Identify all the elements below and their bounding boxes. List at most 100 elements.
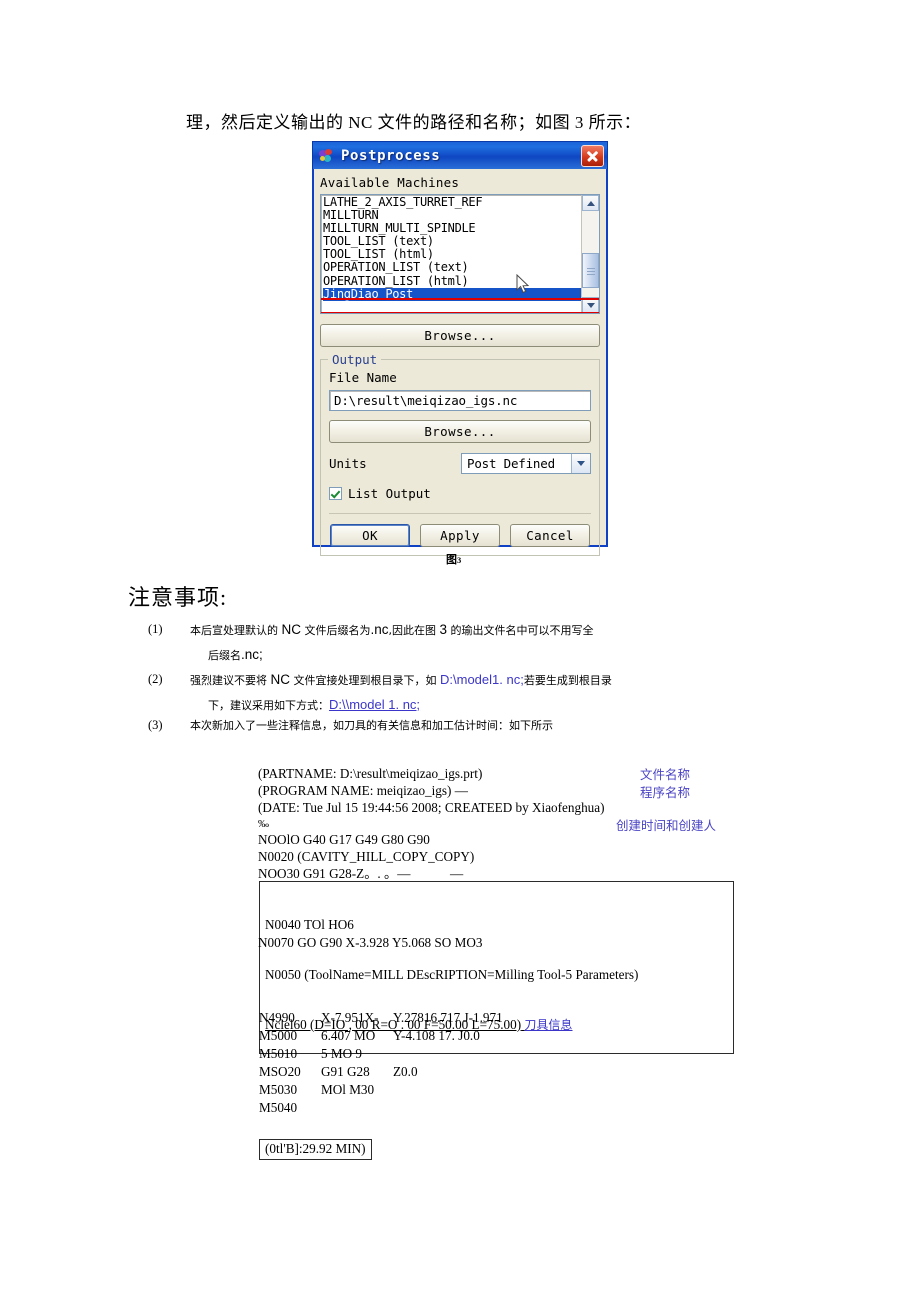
tail-col2: X-7.951X- [321, 1010, 379, 1025]
close-icon[interactable] [581, 144, 604, 167]
tail-col2: 6.407 MO [321, 1028, 376, 1043]
note-item-1: (1) 本后宣处理默认的 NC 文件后缀名为.nc,因此在图 3 的瑜出文件名中… [148, 618, 788, 668]
available-machines-listbox[interactable]: LATHE_2_AXIS_TURRET_REF MILLTURN MILLTUR… [320, 194, 600, 314]
machines-list: LATHE_2_AXIS_TURRET_REF MILLTURN MILLTUR… [323, 195, 581, 301]
dialog-titlebar[interactable]: Postprocess [312, 141, 608, 169]
tail-col3: Y-4.108 17. J0.0 [393, 1028, 480, 1043]
note-text: 文件宜接处理到根目录下，如 [290, 674, 440, 687]
nc-percent-marker: ‰ [258, 818, 269, 830]
tail-col3 [393, 1100, 503, 1118]
tail-col2: G91 G28 [321, 1064, 370, 1079]
note-item-3: (3) 本次新加入了一些注释信息，如刀具的有关信息和加工估计时间：如下所示 [148, 714, 808, 738]
output-group-label: Output [328, 352, 382, 367]
note-text-emphasis: NC [270, 672, 291, 687]
annotation-create-time-author: 创建时间和创建人 [616, 818, 717, 833]
note-text-emphasis: .nc [370, 622, 389, 637]
figure-caption: 图3 [446, 551, 461, 567]
tail-col3 [393, 1046, 503, 1064]
file-name-label: File Name [329, 370, 397, 385]
tail-col1: M5010 [259, 1046, 298, 1061]
tail-col2: 5 MO 9 [321, 1046, 363, 1061]
list-output-label: List Output [348, 486, 431, 501]
list-item-selected[interactable]: JingDiao Post [323, 287, 581, 301]
postprocess-dialog: Available Machines LATHE_2_AXIS_TURRET_R… [312, 141, 608, 556]
table-row: MSO20 G91 G28 Z0.0 [259, 1064, 503, 1082]
tail-col3 [393, 1082, 503, 1100]
table-row: N4990 X-7.951X- Y.27816.717 J-1.971 [259, 1010, 503, 1028]
note-path-link[interactable]: D:\model1. nc; [440, 672, 524, 687]
note-text: ,因此在图 [388, 624, 440, 637]
available-machines-label: Available Machines [320, 175, 460, 190]
app-logo-icon [319, 148, 335, 164]
tail-col2: MOl M30 [321, 1082, 375, 1097]
figure-caption-label: 图 [446, 554, 457, 566]
note-text: 的瑜出文件名中可以不用写全 [447, 624, 594, 637]
notes-heading: 注意事项: [128, 585, 228, 610]
apply-button[interactable]: Apply [420, 524, 500, 547]
note-text-emphasis: NC [281, 622, 302, 637]
nc-header-line-1: (PARTNAME: D:\result\meiqizao_igs.prt) [258, 766, 483, 781]
chevron-down-icon[interactable] [571, 454, 590, 473]
units-label: Units [329, 456, 367, 471]
tail-col3: Y.27816.717 J-1.971 [393, 1010, 503, 1025]
table-row: M5040 [259, 1100, 503, 1118]
nc-body-line-2: N0020 (CAVITY_HILL_COPY_COPY) [258, 849, 475, 864]
note-text: 后缀名 [208, 649, 241, 662]
machining-time-box: (0tl'B]:29.92 MIN) [259, 1139, 372, 1160]
chevron-up-icon [587, 201, 595, 206]
note-marker: (2) [148, 672, 163, 686]
browse-machine-button[interactable]: Browse... [320, 324, 600, 347]
note-text-emphasis: 3 [439, 622, 448, 637]
note-text: 下，建议采用如下方式： [208, 699, 329, 712]
note-text: 本次新加入了一些注释信息，如刀具的有关信息和加工估计时间：如下所示 [190, 719, 553, 732]
divider [329, 513, 591, 514]
tail-col1: N4990 [259, 1010, 295, 1025]
list-output-row[interactable]: List Output [329, 486, 591, 501]
units-selected-value: Post Defined [467, 456, 555, 471]
nc-header-line-3: (DATE: Tue Jul 15 19:44:56 2008; CREATEE… [258, 800, 605, 815]
note-text: 文件后缀名为 [301, 624, 371, 637]
cancel-button[interactable]: Cancel [510, 524, 590, 547]
nc-tail-listing: N4990 X-7.951X- Y.27816.717 J-1.971 M500… [259, 1010, 503, 1118]
note-marker: (3) [148, 718, 163, 732]
note-text: 若要生成到根目录 [523, 674, 612, 687]
nc-after-box-line: N0070 GO G90 X-3.928 Y5.068 SO MO3 [258, 935, 483, 950]
scroll-up-button[interactable] [582, 195, 599, 211]
units-row: Units Post Defined [329, 453, 591, 474]
list-item[interactable]: OPERATION_LIST (text) [323, 261, 581, 274]
table-row: M5030 MOl M30 [259, 1082, 503, 1100]
scroll-down-button[interactable] [582, 297, 599, 313]
browse-output-button[interactable]: Browse... [329, 420, 591, 443]
scrollbar-thumb[interactable] [582, 253, 599, 288]
tail-col3: Z0.0 [393, 1064, 418, 1079]
tail-col2 [321, 1100, 393, 1118]
tail-col1: M5040 [259, 1100, 298, 1115]
note-path-link[interactable]: D:\\model 1. nc; [329, 697, 420, 712]
annotation-program-name: 程序名称 [640, 785, 691, 800]
table-row: M5010 5 MO 9 [259, 1046, 503, 1064]
list-output-checkbox[interactable] [329, 487, 342, 500]
units-select[interactable]: Post Defined [461, 453, 591, 474]
intro-paragraph: 理，然后定义输出的 NC 文件的路径和名称；如图 3 所示： [186, 113, 642, 132]
listbox-scrollbar[interactable] [581, 195, 599, 313]
tail-col1: M5000 [259, 1028, 298, 1043]
dialog-button-row: OK Apply Cancel [329, 524, 591, 547]
nc-boxed-line-2: N0050 (ToolName=MILL DEscRIPTION=Milling… [265, 966, 639, 982]
nc-boxed-line-1: N0040 TOl HO6 [265, 917, 354, 933]
list-item[interactable]: OPERATION_LIST (html) [323, 274, 581, 288]
nc-header-line-2: (PROGRAM NAME: meiqizao_igs) — [258, 783, 468, 798]
ok-button[interactable]: OK [330, 524, 410, 547]
note-text-emphasis: .nc; [241, 647, 263, 662]
nc-body-line-1: NOOlO G40 G17 G49 G80 G90 [258, 832, 430, 847]
chevron-down-icon [587, 303, 595, 308]
table-row: M5000 6.407 MO Y-4.108 17. J0.0 [259, 1028, 503, 1046]
note-marker: (1) [148, 622, 163, 636]
file-name-input[interactable]: D:\result\meiqizao_igs.nc [329, 390, 591, 411]
tool-info-annotation: 刀具信息 [524, 1017, 573, 1032]
dialog-title: Postprocess [341, 147, 441, 164]
note-text: 强烈建议不要将 [190, 674, 271, 687]
tail-col1: MSO20 [259, 1064, 301, 1079]
note-text: 本后宣处理默认的 [190, 624, 282, 637]
tail-col1: M5030 [259, 1082, 298, 1097]
annotation-file-name: 文件名称 [640, 767, 691, 782]
